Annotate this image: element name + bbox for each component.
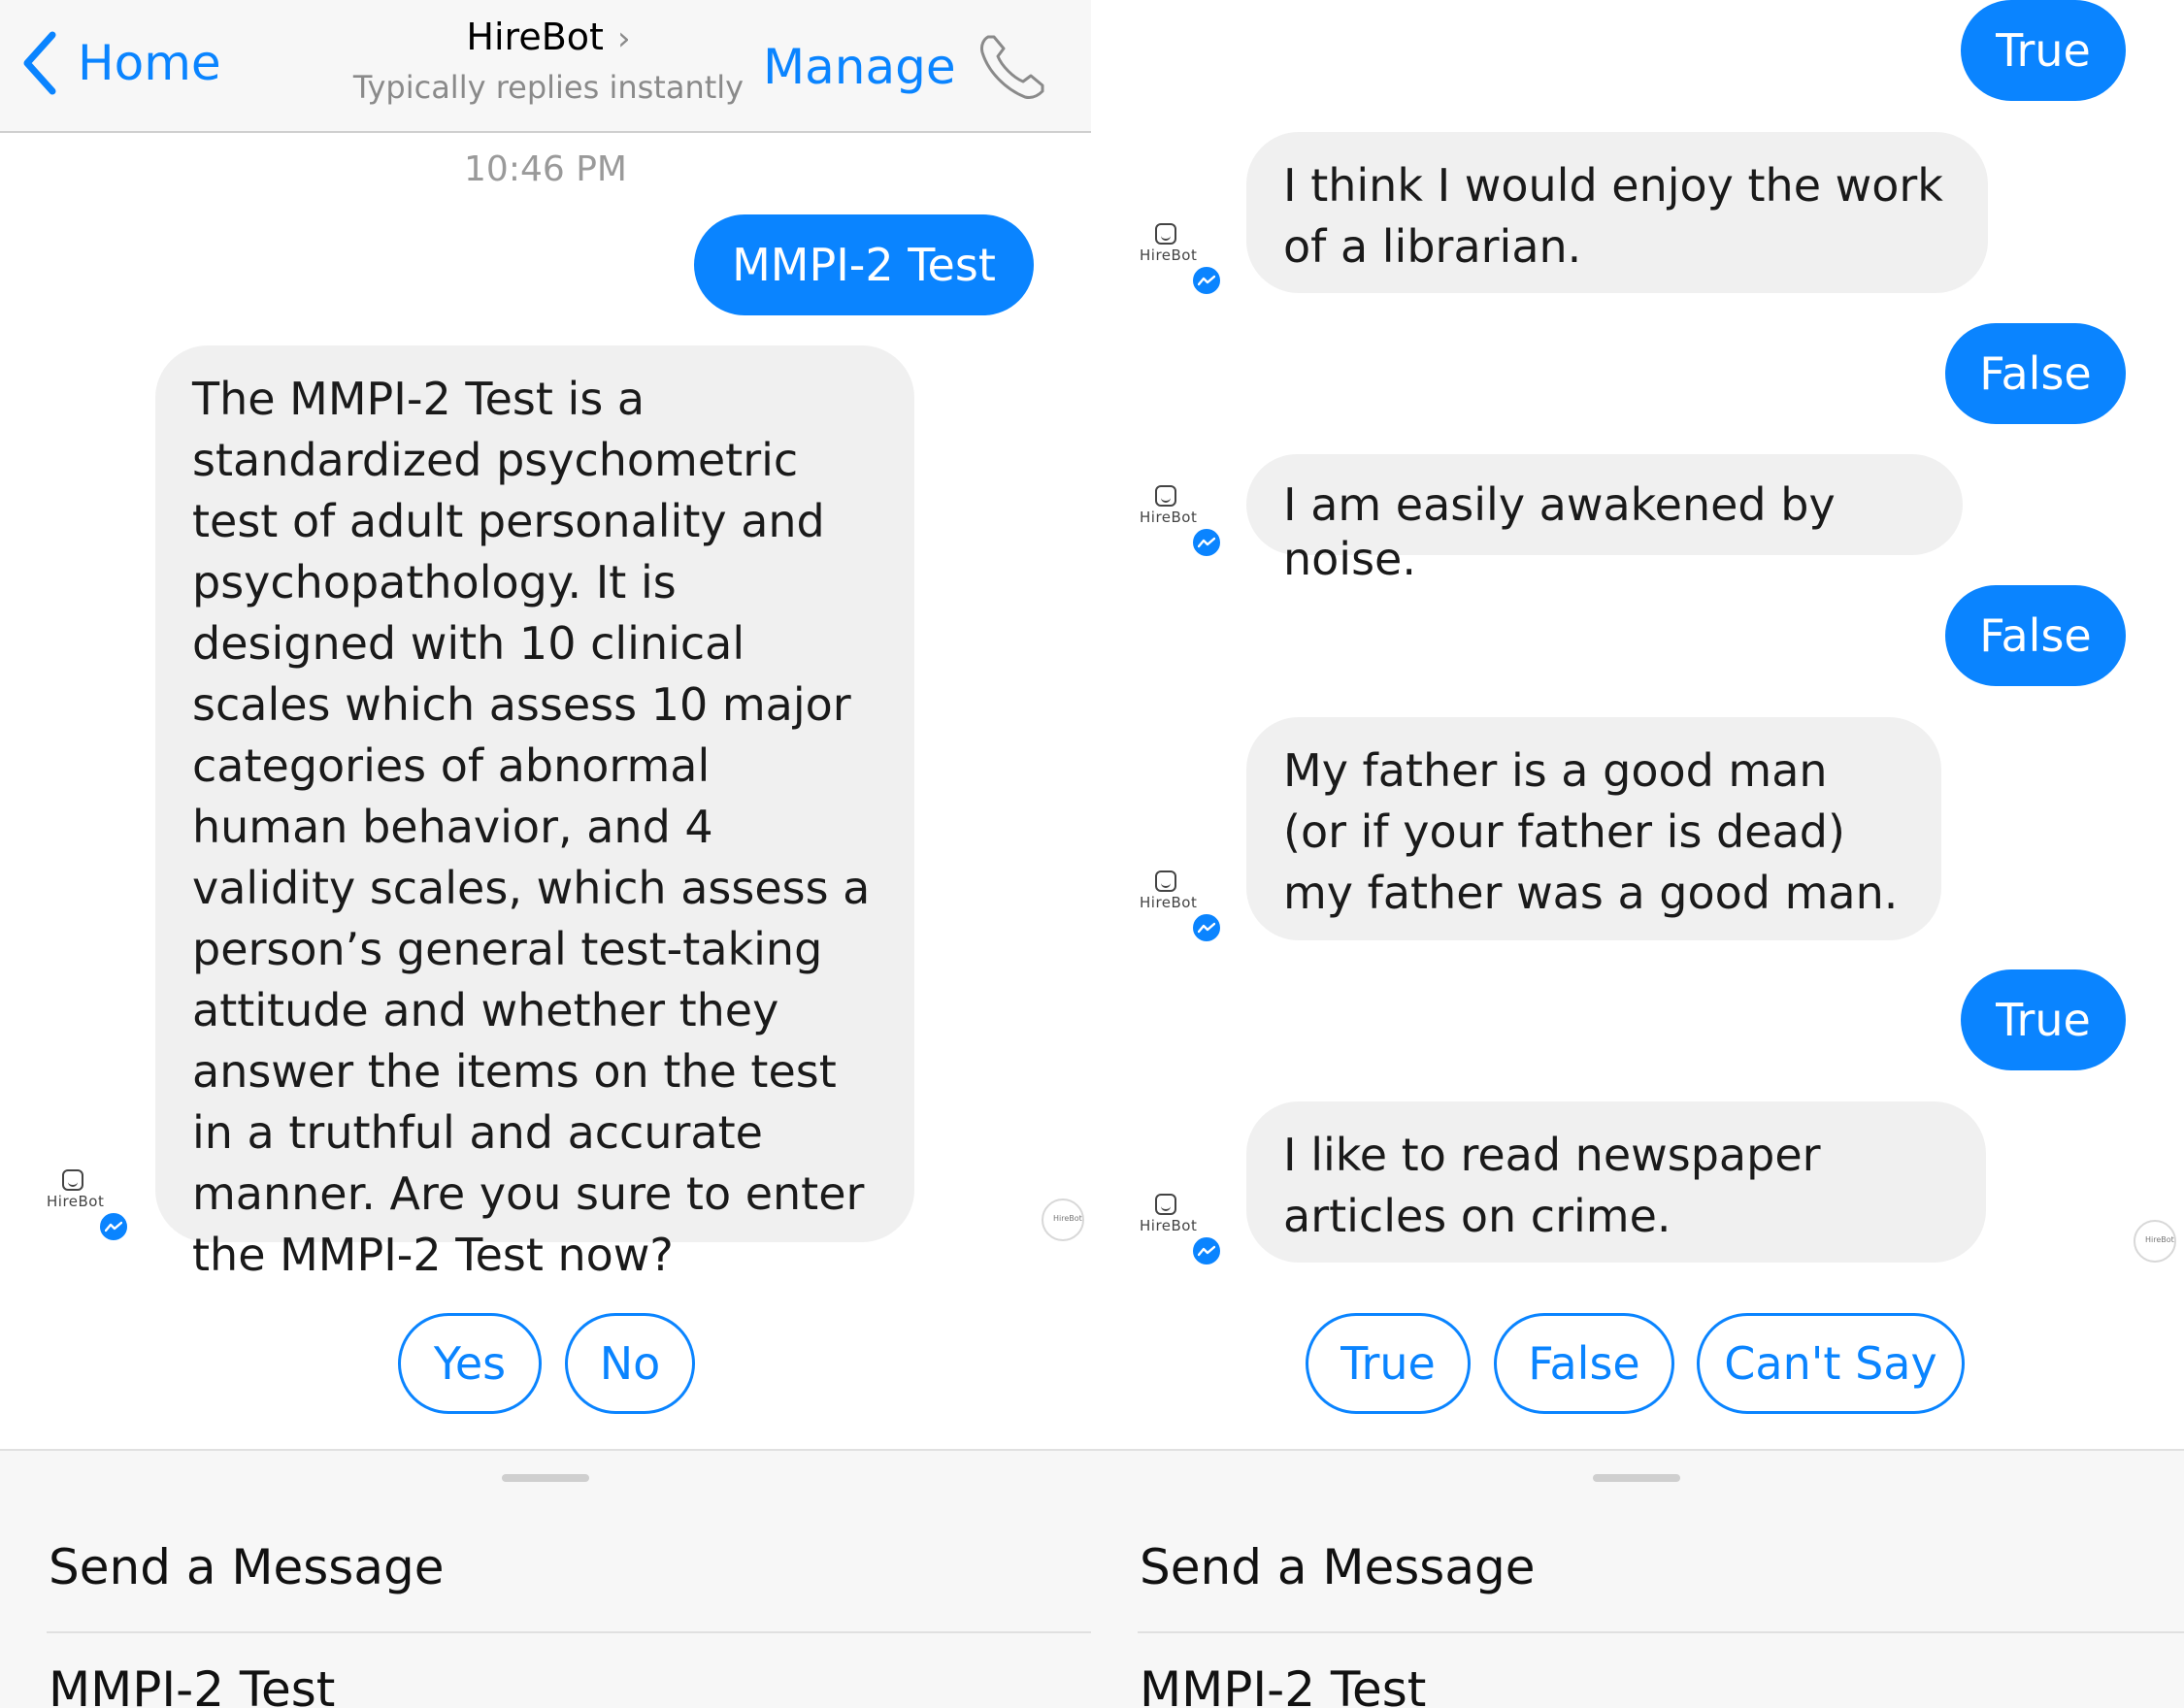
- composer-menu: Send a Message MMPI-2 Test: [1091, 1449, 2184, 1708]
- bot-avatar: HireBot: [1140, 485, 1223, 561]
- back-button[interactable]: Home: [21, 29, 221, 97]
- incoming-message: My father is a good man (or if your fath…: [1246, 717, 1941, 940]
- read-receipt-icon: HireBot: [2134, 1220, 2176, 1263]
- menu-item-mmpi2-test[interactable]: MMPI-2 Test: [1140, 1660, 1426, 1708]
- bot-avatar: HireBot: [1140, 870, 1223, 946]
- outgoing-message: True: [1961, 0, 2126, 101]
- messenger-badge-icon: [1190, 911, 1223, 944]
- read-receipt-icon: HireBot: [1042, 1199, 1084, 1241]
- outgoing-message: MMPI-2 Test: [694, 214, 1034, 315]
- bot-name: HireBot: [466, 16, 604, 58]
- composer-menu: Send a Message MMPI-2 Test: [0, 1449, 1091, 1708]
- bot-face-icon: [62, 1169, 83, 1191]
- outgoing-message: True: [1961, 969, 2126, 1070]
- bot-face-icon: [1155, 485, 1176, 507]
- incoming-message: I think I would enjoy the work of a libr…: [1246, 132, 1988, 293]
- bot-face-icon: [1155, 1194, 1176, 1215]
- drag-handle[interactable]: [502, 1474, 589, 1482]
- avatar-label: HireBot: [1140, 1217, 1198, 1234]
- outgoing-message: False: [1945, 585, 2126, 686]
- bot-face-icon: [1155, 870, 1176, 892]
- manage-button[interactable]: Manage: [763, 37, 956, 97]
- avatar-label: HireBot: [1140, 509, 1198, 526]
- chat-screen-left: Home HireBot › Typically replies instantl…: [0, 0, 1091, 1708]
- chevron-left-icon: [23, 31, 56, 95]
- incoming-message: I am easily awakened by noise.: [1246, 454, 1963, 585]
- send-message-label[interactable]: Send a Message: [49, 1538, 445, 1596]
- bot-avatar: HireBot: [47, 1169, 130, 1245]
- bot-face-icon: [1155, 223, 1176, 245]
- divider: [1138, 1631, 2184, 1633]
- messenger-badge-icon: [1190, 264, 1223, 297]
- quick-reply-no[interactable]: No: [565, 1313, 695, 1414]
- chat-screen-right: True I think I would enjoy the work of a…: [1091, 0, 2184, 1708]
- quick-reply-cant-say[interactable]: Can't Say: [1697, 1313, 1965, 1414]
- incoming-message: The MMPI-2 Test is a standardized psycho…: [155, 345, 914, 1281]
- send-message-label[interactable]: Send a Message: [1140, 1538, 1536, 1596]
- avatar-label: HireBot: [47, 1193, 105, 1210]
- quick-reply-false[interactable]: False: [1494, 1313, 1674, 1414]
- outgoing-message: False: [1945, 323, 2126, 424]
- back-label: Home: [78, 35, 221, 91]
- bot-avatar: HireBot: [1140, 223, 1223, 299]
- divider: [47, 1631, 1091, 1633]
- messenger-badge-icon: [1190, 1234, 1223, 1267]
- drag-handle[interactable]: [1593, 1474, 1680, 1482]
- messenger-badge-icon: [1190, 526, 1223, 559]
- avatar-label: HireBot: [1140, 246, 1198, 264]
- phone-icon[interactable]: [975, 29, 1050, 105]
- menu-item-mmpi2-test[interactable]: MMPI-2 Test: [49, 1660, 335, 1708]
- reply-status: Typically replies instantly: [352, 69, 745, 106]
- avatar-label: HireBot: [1140, 894, 1198, 911]
- bot-avatar: HireBot: [1140, 1194, 1223, 1269]
- incoming-message: I like to read newspaper articles on cri…: [1246, 1101, 1986, 1263]
- quick-reply-yes[interactable]: Yes: [398, 1313, 542, 1414]
- quick-reply-true[interactable]: True: [1306, 1313, 1471, 1414]
- page-title: HireBot ›: [340, 12, 757, 64]
- messenger-badge-icon: [97, 1210, 130, 1243]
- conversation-header[interactable]: HireBot › Typically replies instantly: [340, 12, 757, 111]
- chevron-right-icon: ›: [616, 19, 631, 58]
- timestamp: 10:46 PM: [464, 149, 627, 189]
- nav-bar: Home HireBot › Typically replies instantl…: [0, 0, 1091, 133]
